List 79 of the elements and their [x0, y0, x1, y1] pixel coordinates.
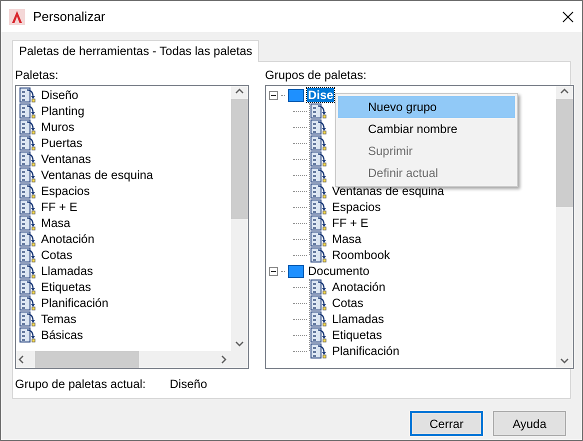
palette-item[interactable]: Etiquetas: [40, 280, 92, 294]
palette-icon: [19, 135, 37, 151]
group-icon: [288, 88, 304, 102]
tree-palette-item[interactable]: Planificación: [331, 344, 400, 358]
tree-palette-item[interactable]: Roombook: [331, 248, 392, 262]
palette-icon: [19, 103, 37, 119]
palette-icon: [19, 87, 37, 103]
palette-icon: [310, 119, 328, 135]
palettes-list[interactable]: Diseño Planting Muros Puertas Ventanas Ventanas de esquina Espacios FF + E Masa Anotación Cotas Llamadas Etiquetas Planificación Temas Básicas: [15, 85, 249, 369]
menu-item[interactable]: Nuevo grupo: [338, 96, 515, 118]
palette-item[interactable]: Anotación: [40, 232, 96, 246]
palette-item[interactable]: Masa: [40, 216, 72, 230]
palette-icon: [310, 151, 328, 167]
current-group-value: Diseño: [170, 377, 208, 391]
palette-item[interactable]: Puertas: [40, 136, 84, 150]
tab[interactable]: Paletas de herramientas - Todas las paletas: [12, 40, 260, 62]
palette-icon: [19, 263, 37, 279]
tree-palette-item[interactable]: Espacios: [331, 200, 382, 214]
palette-icon: [310, 167, 328, 183]
palette-icon: [310, 311, 328, 327]
palette-icon: [310, 215, 328, 231]
collapse-icon[interactable]: [269, 266, 278, 276]
palette-item[interactable]: Espacios: [40, 184, 91, 198]
groups-label: Grupos de paletas:: [265, 68, 368, 82]
group-icon: [288, 264, 304, 278]
palette-icon: [19, 279, 37, 295]
vertical-scrollbar[interactable]: [556, 86, 573, 368]
palette-icon: [19, 199, 37, 215]
close-button[interactable]: Cerrar: [410, 411, 483, 436]
palette-icon: [310, 199, 328, 215]
tree-palette-item[interactable]: Cotas: [331, 296, 364, 310]
group-item[interactable]: Documento: [307, 264, 370, 278]
palette-icon: [19, 311, 37, 327]
vertical-scrollbar[interactable]: [231, 86, 248, 368]
palette-item[interactable]: Ventanas: [40, 152, 92, 166]
palette-item[interactable]: Planificación: [40, 296, 110, 310]
palette-icon: [19, 151, 37, 167]
palette-item[interactable]: Cotas: [40, 248, 74, 262]
horizontal-scrollbar[interactable]: [16, 351, 231, 368]
menu-item[interactable]: Cambiar nombre: [338, 118, 515, 140]
palette-icon: [310, 103, 328, 119]
palette-item[interactable]: Diseño: [40, 88, 80, 102]
help-button[interactable]: Ayuda: [493, 411, 566, 436]
palette-item[interactable]: Temas: [40, 312, 78, 326]
palette-item[interactable]: Básicas: [40, 328, 84, 342]
tree-palette-item[interactable]: Anotación: [331, 280, 386, 294]
palette-icon: [19, 295, 37, 311]
palette-icon: [19, 327, 37, 343]
palette-icon: [310, 279, 328, 295]
palette-icon: [19, 119, 37, 135]
tree-palette-item[interactable]: FF + E: [331, 216, 370, 230]
palettes-label: Paletas:: [15, 68, 60, 82]
palette-icon: [19, 231, 37, 247]
palette-icon: [310, 327, 328, 343]
tree-palette-item[interactable]: Etiquetas: [331, 328, 384, 342]
tree-palette-item[interactable]: Ventanas de esquina: [331, 184, 446, 198]
palette-icon: [19, 247, 37, 263]
palette-icon: [19, 167, 37, 183]
collapse-icon[interactable]: [269, 90, 278, 100]
palette-icon: [310, 247, 328, 263]
tree-palette-item[interactable]: Masa: [331, 232, 362, 246]
palette-icon: [310, 231, 328, 247]
palette-item[interactable]: Llamadas: [40, 264, 94, 278]
palette-item[interactable]: Muros: [40, 120, 76, 134]
palette-icon: [19, 183, 37, 199]
palette-icon: [310, 135, 328, 151]
palette-icon: [310, 343, 328, 359]
palette-icon: [310, 295, 328, 311]
palette-icon: [310, 183, 328, 199]
palette-icon: [19, 215, 37, 231]
palette-item[interactable]: FF + E: [40, 200, 78, 214]
current-group-label: Grupo de paletas actual:: [15, 377, 146, 391]
window-title: Personalizar: [33, 9, 106, 24]
tree-palette-item[interactable]: Llamadas: [331, 312, 386, 326]
palette-item[interactable]: Planting: [40, 104, 86, 118]
close-icon[interactable]: [562, 10, 574, 22]
app-logo-icon: [9, 8, 25, 24]
palette-item[interactable]: Ventanas de esquina: [40, 168, 154, 182]
group-item[interactable]: Dise: [307, 88, 334, 102]
